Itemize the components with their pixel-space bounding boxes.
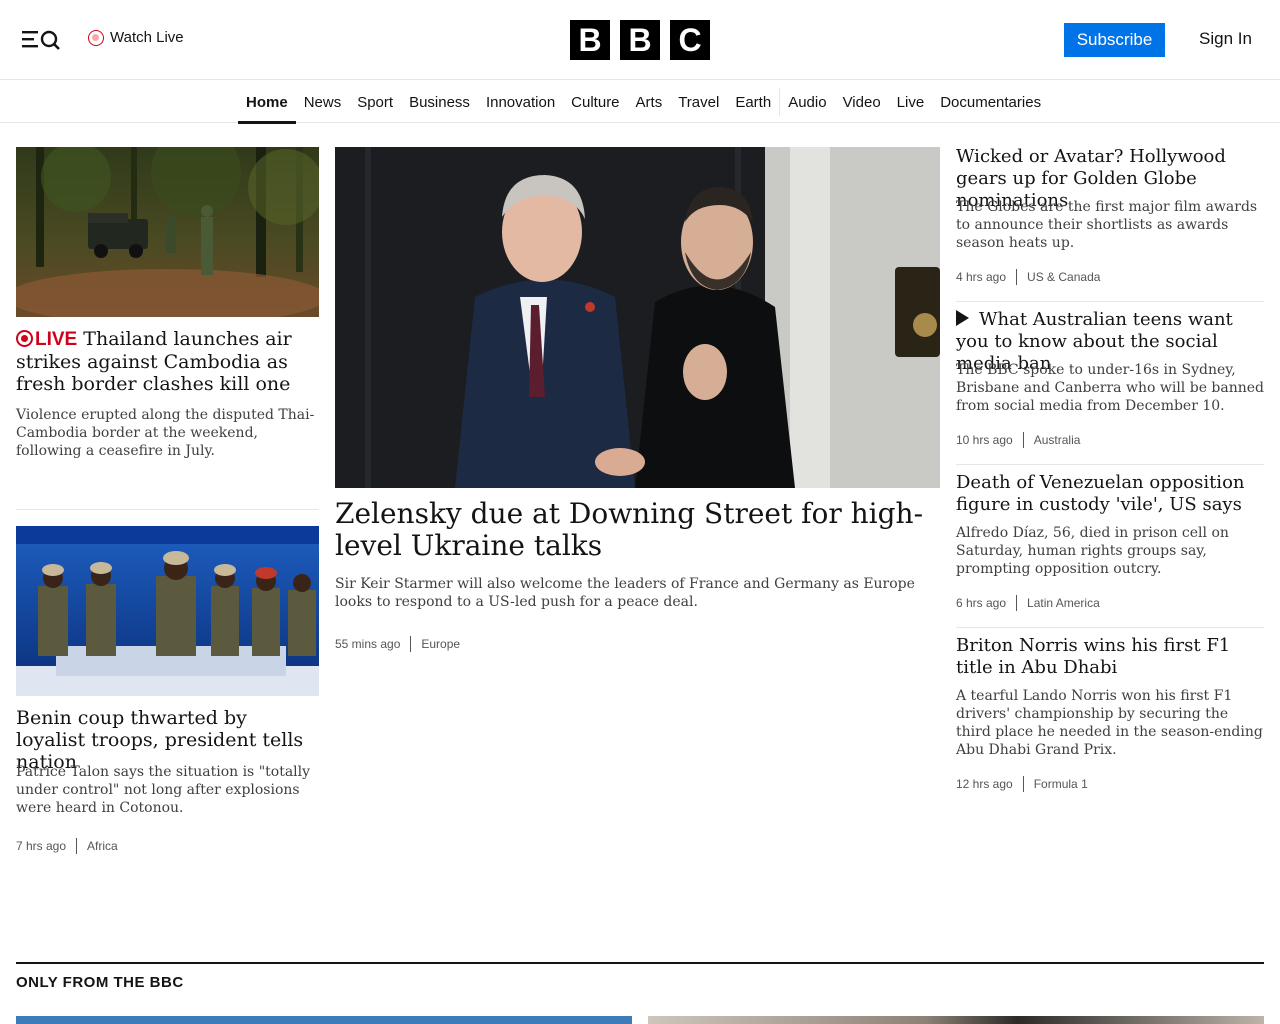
- play-video-icon: [956, 310, 969, 326]
- watch-live-link[interactable]: Watch Live: [88, 29, 184, 46]
- nav-item-home[interactable]: Home: [238, 81, 296, 124]
- benin-story-summary: Patrice Talon says the situation is "tot…: [16, 764, 311, 816]
- category-link[interactable]: Africa: [87, 839, 118, 853]
- nav-item-arts[interactable]: Arts: [628, 81, 671, 123]
- nav-item-news[interactable]: News: [296, 81, 350, 123]
- meta-separator: [76, 838, 78, 854]
- live-icon: [88, 29, 104, 46]
- section-title: ONLY FROM THE BBC: [16, 974, 184, 991]
- subscribe-button[interactable]: Subscribe: [1064, 23, 1165, 57]
- timestamp: 55 mins ago: [335, 637, 401, 651]
- logo-letter-b1: B: [570, 20, 610, 60]
- nav-item-earth[interactable]: Earth: [727, 81, 779, 123]
- nav-item-video[interactable]: Video: [835, 81, 889, 123]
- category-link[interactable]: Australia: [1034, 433, 1081, 447]
- bbc-logo[interactable]: B B C: [570, 20, 710, 60]
- meta-separator: [1022, 776, 1024, 792]
- nav-item-audio[interactable]: Audio: [780, 81, 834, 123]
- menu-search-button[interactable]: [20, 26, 64, 52]
- meta-separator: [1016, 269, 1018, 285]
- right-column-divider: [956, 301, 1264, 302]
- thailand-story-summary: Violence erupted along the disputed Thai…: [16, 407, 315, 459]
- timestamp: 4 hrs ago: [956, 270, 1007, 284]
- right-column-divider: [956, 464, 1264, 465]
- zelensky-story-summary: Sir Keir Starmer will also welcome the l…: [335, 576, 915, 610]
- logo-letter-c: C: [670, 20, 710, 60]
- meta-separator: [1016, 595, 1018, 611]
- site-header: Watch Live B B C Subscribe Sign In: [0, 0, 1280, 80]
- timestamp: 6 hrs ago: [956, 596, 1007, 610]
- nav-item-sport[interactable]: Sport: [349, 81, 401, 123]
- golden-globes-story-meta: 4 hrs ago US & Canada: [956, 269, 1100, 285]
- timestamp: 7 hrs ago: [16, 839, 67, 853]
- only-bbc-card-image-2[interactable]: [648, 1016, 1264, 1024]
- thailand-story-headline[interactable]: LIVE Thailand launches air strikes again…: [16, 328, 316, 395]
- australia-teens-story-meta: 10 hrs ago Australia: [956, 432, 1080, 448]
- live-label: LIVE: [35, 329, 78, 350]
- norris-f1-story-meta: 12 hrs ago Formula 1: [956, 776, 1088, 792]
- benin-story-image[interactable]: [16, 526, 319, 696]
- left-column-divider: [16, 509, 319, 510]
- category-link[interactable]: Europe: [421, 637, 460, 651]
- golden-globes-story-summary: The Globes are the first major film awar…: [956, 199, 1258, 251]
- nav-item-business[interactable]: Business: [401, 81, 478, 123]
- nav-item-live[interactable]: Live: [889, 81, 933, 123]
- venezuela-story-meta: 6 hrs ago Latin America: [956, 595, 1100, 611]
- menu-search-icon: [22, 30, 60, 50]
- australia-teens-story-summary: The BBC spoke to under-16s in Sydney, Br…: [956, 362, 1265, 414]
- watch-live-label: Watch Live: [110, 29, 184, 46]
- zelensky-story-image[interactable]: [335, 147, 940, 488]
- nav-item-travel[interactable]: Travel: [670, 81, 727, 123]
- venezuela-story-headline[interactable]: Death of Venezuelan opposition figure in…: [956, 472, 1266, 516]
- sign-in-link[interactable]: Sign In: [1199, 29, 1252, 49]
- timestamp: 12 hrs ago: [956, 777, 1013, 791]
- nav-item-culture[interactable]: Culture: [563, 81, 627, 123]
- logo-letter-b2: B: [620, 20, 660, 60]
- zelensky-story-meta: 55 mins ago Europe: [335, 636, 460, 652]
- nav-item-documentaries[interactable]: Documentaries: [932, 81, 1049, 123]
- benin-story-meta: 7 hrs ago Africa: [16, 838, 118, 854]
- meta-separator: [410, 636, 412, 652]
- live-indicator-icon: [16, 330, 33, 347]
- section-rule: [16, 962, 1264, 964]
- zelensky-story-headline[interactable]: Zelensky due at Downing Street for high-…: [335, 498, 940, 562]
- timestamp: 10 hrs ago: [956, 433, 1013, 447]
- venezuela-story-summary: Alfredo Díaz, 56, died in prison cell on…: [956, 525, 1229, 577]
- meta-separator: [1022, 432, 1024, 448]
- nav-item-innovation[interactable]: Innovation: [478, 81, 563, 123]
- category-link[interactable]: Formula 1: [1034, 777, 1088, 791]
- category-link[interactable]: Latin America: [1027, 596, 1100, 610]
- right-column-divider: [956, 627, 1264, 628]
- only-bbc-card-image-1[interactable]: [16, 1016, 632, 1024]
- category-link[interactable]: US & Canada: [1027, 270, 1100, 284]
- norris-f1-story-headline[interactable]: Briton Norris wins his first F1 title in…: [956, 635, 1266, 679]
- norris-f1-story-summary: A tearful Lando Norris won his first F1 …: [956, 688, 1263, 758]
- thailand-story-image[interactable]: [16, 147, 319, 317]
- main-navigation: Home News Sport Business Innovation Cult…: [0, 81, 1280, 124]
